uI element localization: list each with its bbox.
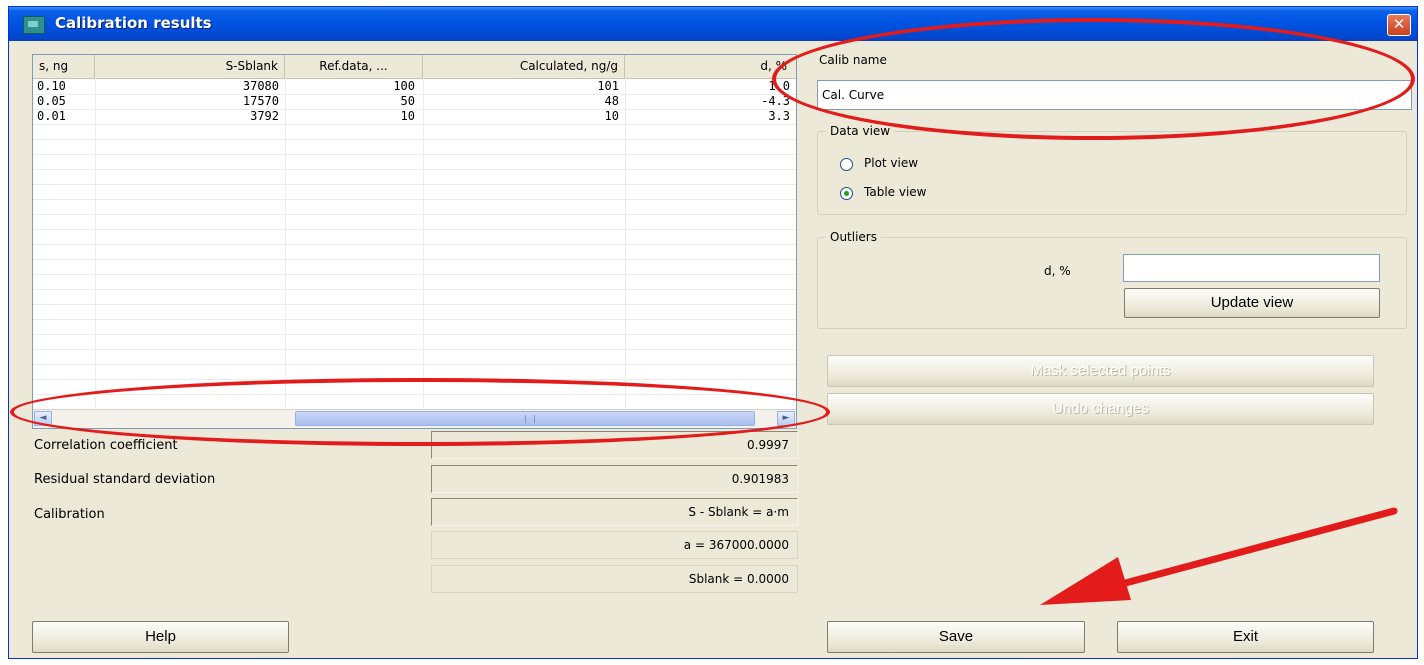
arrow-head-icon — [1040, 557, 1131, 605]
annotation-arrow — [1040, 507, 1398, 605]
arrow-shaft — [1088, 507, 1398, 596]
